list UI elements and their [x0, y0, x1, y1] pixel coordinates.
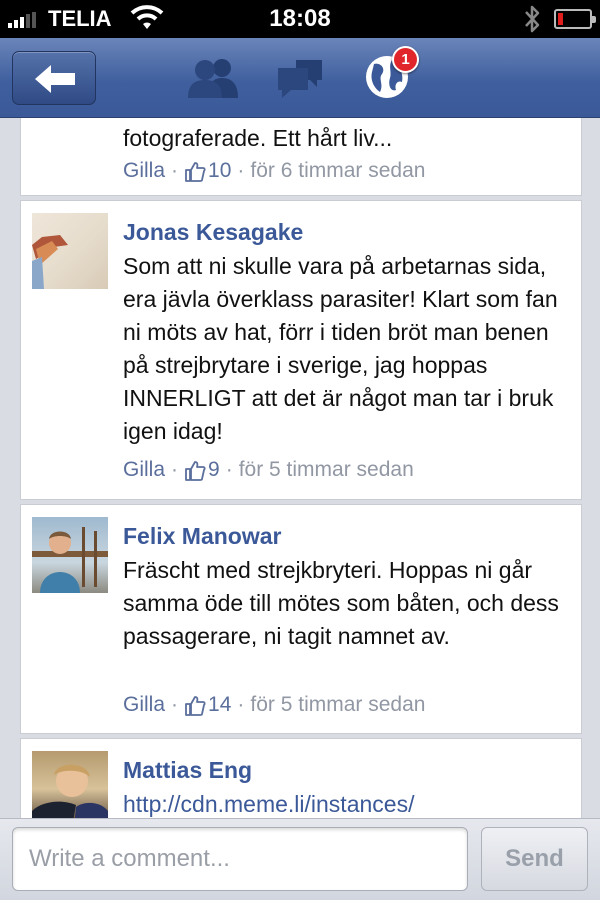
thumbs-up-icon — [185, 695, 206, 716]
comment-time: för 6 timmar sedan — [250, 159, 426, 182]
like-count: 10 — [208, 159, 232, 182]
comment-text: fotograferade. Ett hårt liv... — [123, 125, 393, 151]
like-link[interactable]: Gilla — [123, 693, 165, 717]
like-link[interactable]: Gilla — [123, 159, 165, 183]
back-arrow-icon — [35, 65, 75, 93]
comment-meta: Gilla · 9 · för 5 timmar sedan — [123, 458, 414, 482]
signal-strength-icon — [8, 12, 36, 28]
battery-icon — [554, 9, 596, 29]
comment-composer: Send — [0, 818, 600, 900]
notifications-badge: 1 — [392, 46, 419, 73]
like-link[interactable]: Gilla — [123, 458, 165, 482]
comment-time: för 5 timmar sedan — [238, 458, 414, 481]
commenter-name[interactable]: Jonas Kesagake — [123, 219, 303, 246]
back-button[interactable] — [12, 51, 96, 105]
thumbs-up-icon — [185, 161, 206, 182]
comments-feed[interactable]: fotograferade. Ett hårt liv... Gilla · 1… — [0, 118, 600, 818]
carrier-name: TELIA — [48, 6, 112, 31]
comment-input[interactable] — [12, 827, 468, 891]
bluetooth-icon — [525, 5, 540, 33]
friend-requests-icon[interactable] — [186, 56, 240, 100]
commenter-name[interactable]: Felix Manowar — [123, 523, 281, 550]
comment-text: Fräscht med strejkbryteri. Hoppas ni går… — [123, 557, 559, 649]
comment-time: för 5 timmar sedan — [250, 693, 426, 716]
comment-item: Felix Manowar Fräscht med strejkbryteri.… — [20, 504, 582, 734]
comment-text: Som att ni skulle vara på arbetarnas sid… — [123, 253, 558, 444]
like-count: 14 — [208, 693, 232, 716]
comment-item: fotograferade. Ett hårt liv... Gilla · 1… — [20, 118, 582, 196]
thumbs-up-icon — [185, 460, 206, 481]
comment-item: Mattias Eng http://cdn.meme.li/instances… — [20, 738, 582, 818]
comment-link[interactable]: http://cdn.meme.li/instances/ — [123, 788, 571, 818]
send-button[interactable]: Send — [481, 827, 588, 891]
wifi-icon — [130, 5, 164, 29]
messages-icon[interactable] — [276, 56, 326, 100]
battery-level — [558, 13, 563, 25]
like-count: 9 — [208, 458, 220, 481]
comment-meta: Gilla · 14 · för 5 timmar sedan — [123, 693, 426, 717]
comment-meta: Gilla · 10 · för 6 timmar sedan — [123, 159, 426, 183]
status-bar: TELIA 18:08 — [0, 0, 600, 38]
commenter-name[interactable]: Mattias Eng — [123, 757, 252, 784]
navigation-bar: 1 — [0, 38, 600, 118]
avatar[interactable] — [32, 213, 108, 289]
comment-item: Jonas Kesagake Som att ni skulle vara på… — [20, 200, 582, 500]
avatar[interactable] — [32, 751, 108, 818]
avatar[interactable] — [32, 517, 108, 593]
